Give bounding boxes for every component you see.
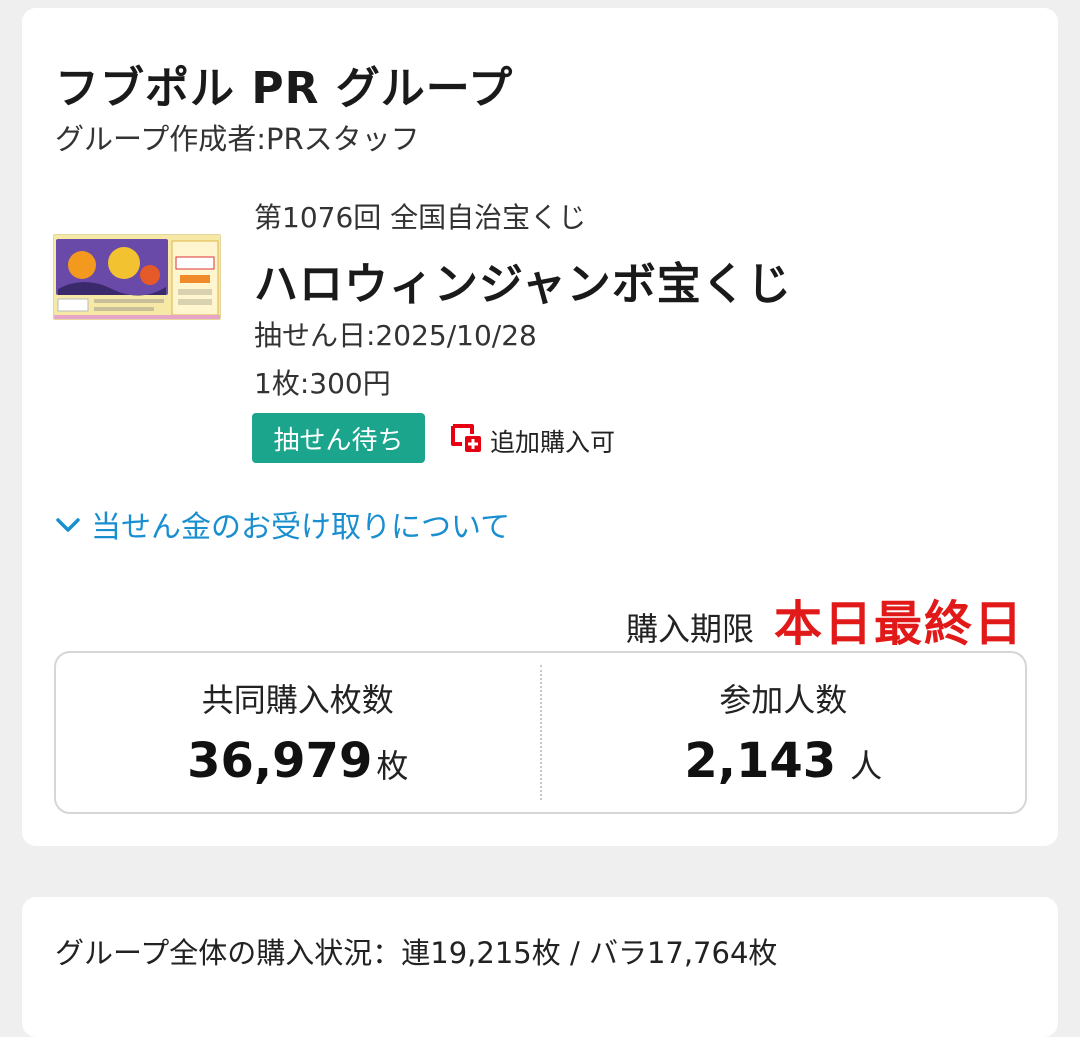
deadline-value: 本日最終日 <box>773 596 1024 652</box>
additional-purchase-label: 追加購入可 <box>490 428 616 457</box>
members-unit: 人 <box>850 747 883 785</box>
stats-box: 共同購入枚数 36,979 枚 参加人数 2,143 人 <box>54 651 1027 814</box>
prize-info-label: 当せん金のお受け取りについて <box>91 510 511 545</box>
group-card: フブポル PR グループ グループ作成者:PRスタッフ 第1076回 全国自治宝… <box>22 8 1058 846</box>
additional-purchase-tag: 追加購入可 <box>450 423 615 459</box>
status-badge: 抽せん待ち <box>252 413 425 463</box>
lottery-ticket-image <box>53 234 221 320</box>
lottery-round: 第1076回 全国自治宝くじ <box>254 201 587 234</box>
ticket-price: 1枚:300円 <box>254 367 391 400</box>
members-value: 2,143 <box>684 733 837 789</box>
cart-plus-icon <box>450 423 484 459</box>
members-stat: 参加人数 2,143 人 <box>542 653 1026 812</box>
purchase-status-card: グループ全体の購入状況：連19,215枚 / バラ17,764枚 <box>22 897 1058 1037</box>
tickets-stat: 共同購入枚数 36,979 枚 <box>56 653 540 812</box>
chevron-down-icon <box>55 507 81 542</box>
tickets-value: 36,979 <box>187 733 373 789</box>
lottery-name: ハロウィンジャンボ宝くじ <box>254 259 792 310</box>
group-title: フブポル PR グループ <box>55 63 514 114</box>
prize-info-toggle[interactable]: 当せん金のお受け取りについて <box>55 502 510 546</box>
deadline-label: 購入期限 <box>625 610 754 648</box>
tickets-label: 共同購入枚数 <box>201 681 394 719</box>
group-purchase-status: グループ全体の購入状況：連19,215枚 / バラ17,764枚 <box>55 936 778 970</box>
purchase-deadline: 購入期限 本日最終日 <box>626 584 1024 654</box>
tickets-unit: 枚 <box>376 747 409 785</box>
group-creator: グループ作成者:PRスタッフ <box>55 122 420 156</box>
draw-date: 抽せん日:2025/10/28 <box>254 319 537 352</box>
members-label: 参加人数 <box>719 681 848 719</box>
